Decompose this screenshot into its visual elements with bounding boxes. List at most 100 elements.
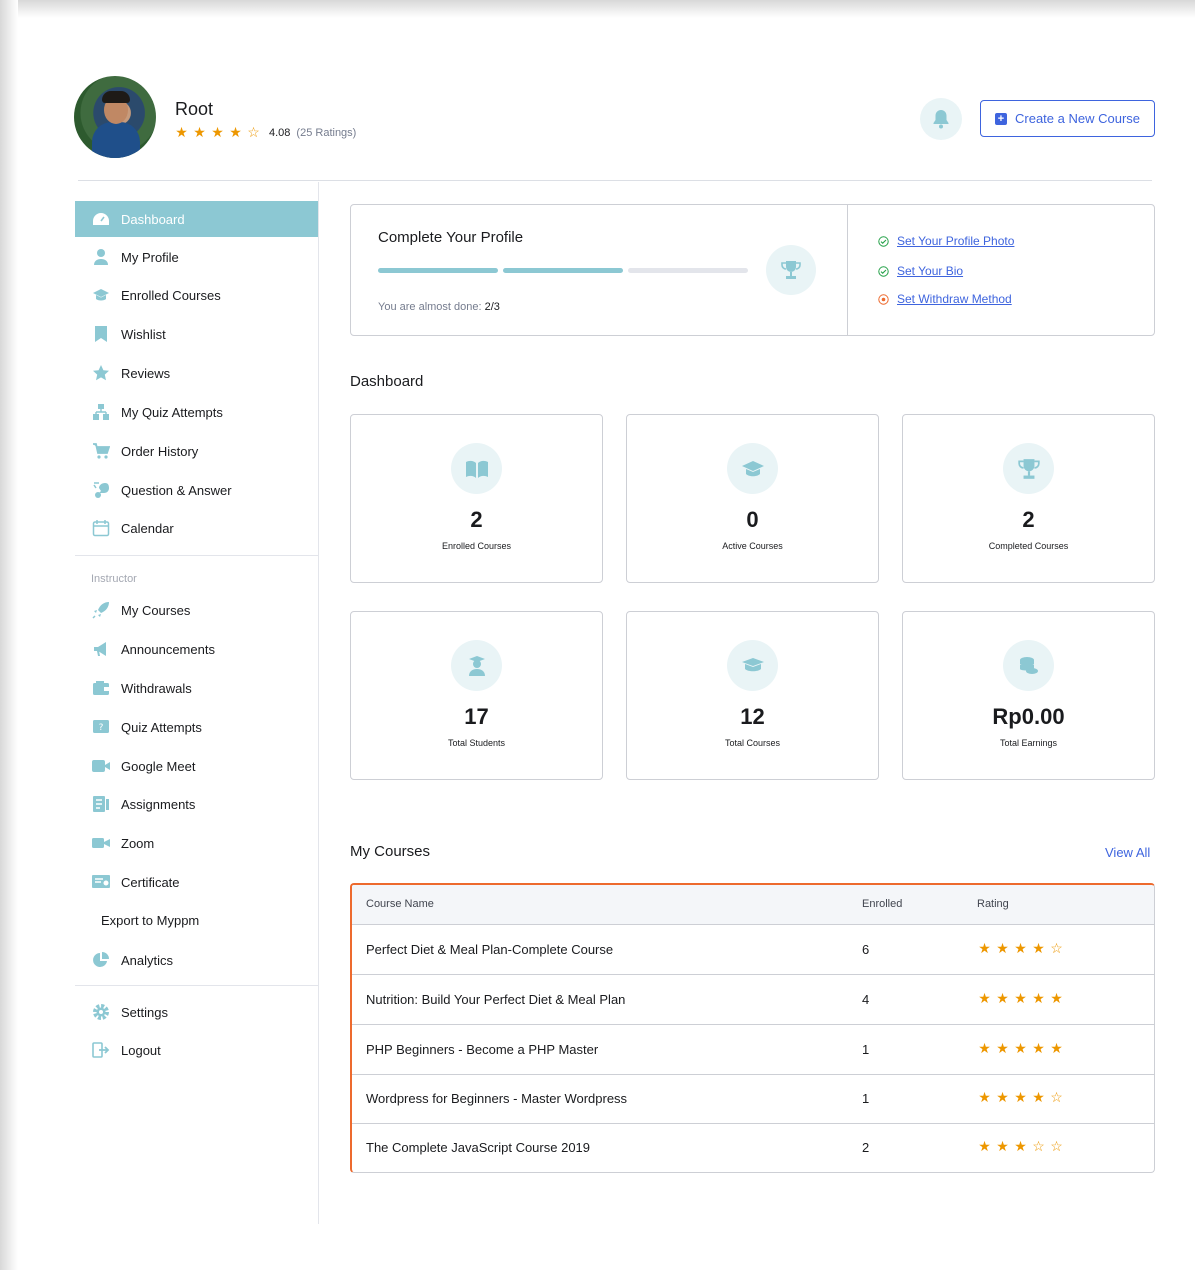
- table-row[interactable]: PHP Beginners - Become a PHP Master 1 ★ …: [352, 1025, 1154, 1075]
- star-icon: ★: [978, 1040, 991, 1056]
- sidebar-item-certificate[interactable]: Certificate: [75, 864, 318, 900]
- profile-progress-note: You are almost done: 2/3: [378, 301, 500, 313]
- sidebar-item-analytics[interactable]: Analytics: [75, 942, 318, 978]
- sidebar-divider: [75, 985, 318, 986]
- star-icon: ★: [978, 990, 991, 1006]
- profile-progress-value: 2/3: [484, 301, 500, 313]
- plus-icon: +: [995, 112, 1007, 125]
- stat-label: Enrolled Courses: [441, 541, 512, 551]
- profile-completion-card: Complete Your Profile You are almost don…: [350, 204, 1155, 336]
- sidebar-item-my-courses[interactable]: My Courses: [75, 592, 318, 628]
- check-circle-icon: [878, 235, 889, 247]
- sidebar-item-dashboard[interactable]: Dashboard: [75, 201, 318, 237]
- avatar[interactable]: [74, 76, 156, 158]
- sidebar-item-zoom[interactable]: Zoom: [75, 825, 318, 861]
- star-icon: [91, 363, 111, 383]
- table-row[interactable]: Nutrition: Build Your Perfect Diet & Mea…: [352, 975, 1154, 1025]
- sidebar-item-reviews[interactable]: Reviews: [75, 355, 318, 391]
- star-icon: ★: [1050, 990, 1063, 1006]
- sidebar-item-question-answer[interactable]: Question & Answer: [75, 472, 318, 508]
- instructor-heading: Instructor: [91, 573, 137, 585]
- star-icon: ★: [978, 1089, 991, 1105]
- sidebar-item-export-to-myppm[interactable]: Export to Myppm: [75, 902, 318, 938]
- sidebar-item-order-history[interactable]: Order History: [75, 433, 318, 469]
- table-row[interactable]: Wordpress for Beginners - Master Wordpre…: [352, 1074, 1154, 1124]
- user-name: Root: [175, 99, 214, 119]
- progress-segment-complete: [503, 268, 623, 273]
- sidebar-item-announcements[interactable]: Announcements: [75, 631, 318, 667]
- sidebar-item-wishlist[interactable]: Wishlist: [75, 316, 318, 352]
- graduation-cap-icon: [727, 443, 778, 494]
- user-rating-stars: ★ ★ ★ ★ ☆: [174, 124, 261, 141]
- table-row[interactable]: Perfect Diet & Meal Plan-Complete Course…: [352, 925, 1154, 975]
- star-icon: ☆: [1050, 1089, 1063, 1105]
- stat-value: 17: [464, 704, 489, 729]
- star-icon: ★: [1032, 990, 1045, 1006]
- star-icon: ☆: [1050, 940, 1063, 956]
- stat-label: Total Earnings: [999, 738, 1058, 748]
- table-header: Course Name Enrolled Rating: [352, 885, 1154, 925]
- star-icon: ★: [175, 124, 188, 140]
- star-empty-icon: ☆: [247, 124, 260, 140]
- coins-icon: [1003, 640, 1054, 691]
- notification-button[interactable]: [920, 98, 962, 140]
- quiz-attempts-icon: ?: [91, 717, 111, 737]
- stat-card-enrolled-courses: 2 Enrolled Courses: [350, 414, 603, 583]
- stat-label: Total Students: [447, 738, 506, 748]
- star-icon: ★: [1014, 990, 1027, 1006]
- set-profile-photo-link[interactable]: Set Your Profile Photo: [897, 234, 1014, 248]
- star-icon: ★: [1014, 1040, 1027, 1056]
- sidebar-item-logout[interactable]: Logout: [75, 1032, 318, 1068]
- sidebar-item-settings[interactable]: Settings: [75, 994, 318, 1030]
- star-icon: ★: [1032, 940, 1045, 956]
- sidebar-item-assignments[interactable]: Assignments: [75, 786, 318, 822]
- student-icon: [451, 640, 502, 691]
- set-withdraw-method-link[interactable]: Set Withdraw Method: [897, 292, 1012, 306]
- star-icon: ★: [193, 124, 206, 140]
- star-icon: ☆: [1050, 1138, 1063, 1154]
- star-icon: ★: [996, 940, 1009, 956]
- bell-icon: [933, 110, 949, 129]
- check-circle-icon: [878, 265, 889, 277]
- sidebar-item-enrolled-courses[interactable]: Enrolled Courses: [75, 277, 318, 313]
- user-rating: ★ ★ ★ ★ ☆ 4.08 (25 Ratings): [174, 124, 356, 141]
- stat-card-total-earnings: Rp0.00 Total Earnings: [902, 611, 1155, 780]
- qa-icon: [91, 480, 111, 500]
- progress-segment-incomplete: [628, 268, 748, 273]
- my-courses-title: My Courses: [350, 843, 431, 860]
- course-name[interactable]: Wordpress for Beginners - Master Wordpre…: [366, 1091, 627, 1106]
- star-icon: ★: [996, 1138, 1009, 1154]
- star-icon: ★: [1050, 1040, 1063, 1056]
- open-book-icon: [451, 443, 502, 494]
- column-header-enrolled: Enrolled: [862, 898, 903, 910]
- course-enrolled: 4: [862, 992, 870, 1007]
- sidebar-item-my-quiz-attempts[interactable]: My Quiz Attempts: [75, 394, 318, 430]
- dashboard-title: Dashboard: [350, 373, 424, 390]
- assignment-icon: [91, 794, 111, 814]
- profile-completion-title: Complete Your Profile: [378, 229, 524, 246]
- course-name[interactable]: Nutrition: Build Your Perfect Diet & Mea…: [366, 992, 625, 1007]
- create-course-button[interactable]: + Create a New Course: [980, 100, 1155, 137]
- course-name[interactable]: The Complete JavaScript Course 2019: [366, 1140, 590, 1155]
- dashboard-icon: [91, 209, 111, 229]
- sidebar-item-google-meet[interactable]: Google Meet: [75, 748, 318, 784]
- stat-card-completed-courses: 2 Completed Courses: [902, 414, 1155, 583]
- view-all-link[interactable]: View All: [1105, 845, 1150, 860]
- frame-shadow-top: [0, 0, 1195, 18]
- certificate-icon: [91, 872, 111, 892]
- course-name[interactable]: PHP Beginners - Become a PHP Master: [366, 1042, 598, 1057]
- course-rating: ★ ★ ★ ★ ☆: [977, 1089, 1064, 1106]
- star-icon: ★: [996, 1040, 1009, 1056]
- star-icon: ★: [1014, 1138, 1027, 1154]
- sidebar-item-quiz-attempts[interactable]: ? Quiz Attempts: [75, 709, 318, 745]
- sidebar-item-my-profile[interactable]: My Profile: [75, 239, 318, 275]
- frame-shadow-left: [0, 0, 18, 1270]
- table-row[interactable]: The Complete JavaScript Course 2019 2 ★ …: [352, 1123, 1154, 1172]
- sidebar-item-calendar[interactable]: Calendar: [75, 510, 318, 546]
- course-rating: ★ ★ ★ ☆ ☆: [977, 1138, 1064, 1155]
- course-name[interactable]: Perfect Diet & Meal Plan-Complete Course: [366, 942, 613, 957]
- profile-card-divider: [847, 205, 848, 335]
- sidebar-item-withdrawals[interactable]: Withdrawals: [75, 670, 318, 706]
- stat-value: 0: [746, 507, 759, 532]
- set-bio-link[interactable]: Set Your Bio: [897, 264, 963, 278]
